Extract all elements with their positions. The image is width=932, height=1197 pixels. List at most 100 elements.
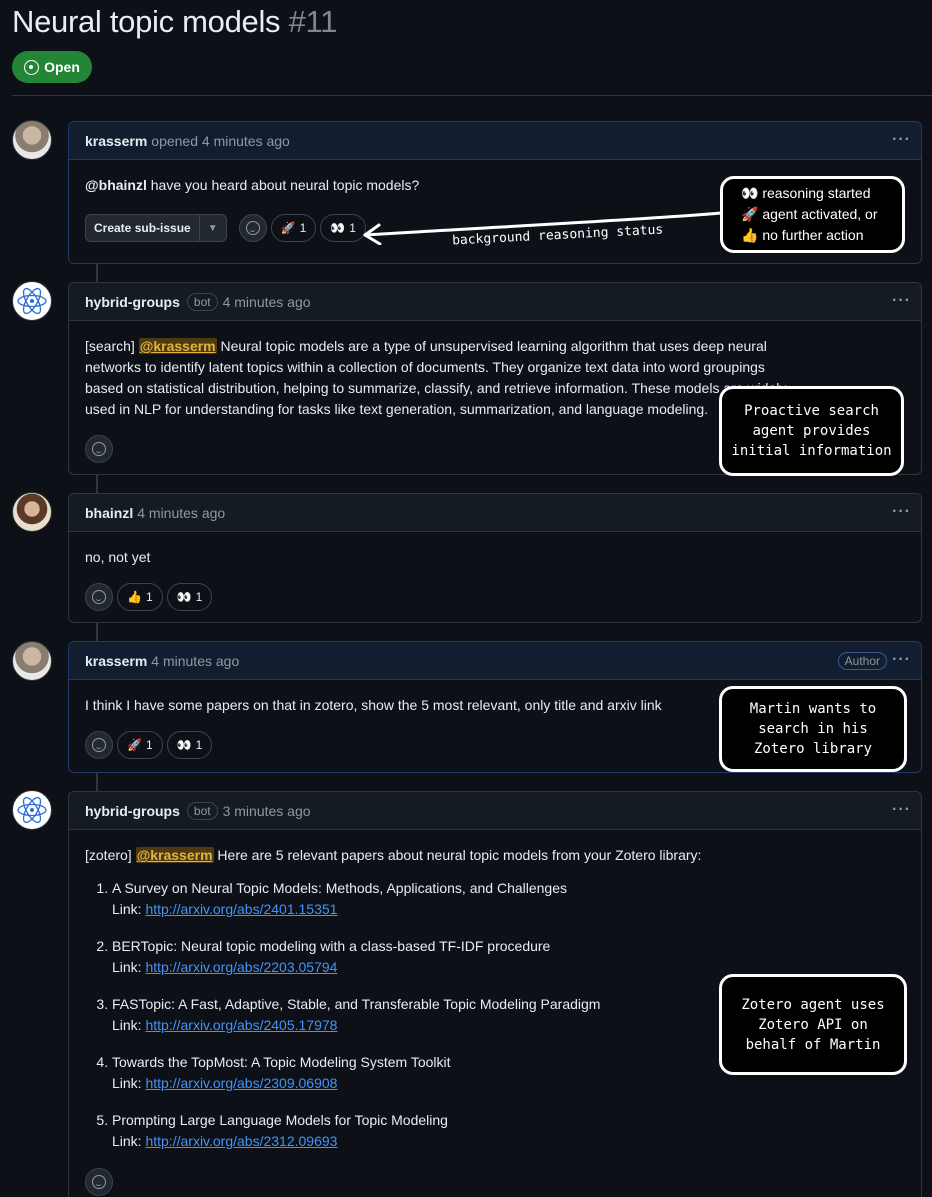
avatar-krasserm[interactable] [12,641,52,681]
timeline-connector [96,475,98,493]
link-prefix: Link: [112,1075,146,1091]
comment-time[interactable]: 4 minutes ago [151,653,239,669]
comment-header: krasserm opened 4 minutes ago ··· [69,122,921,160]
smiley-icon [92,738,106,752]
avatar-krasserm[interactable] [12,120,52,160]
eyes-icon: 👀 [176,737,192,752]
comment-header: krasserm 4 minutes ago Author ··· [69,642,921,680]
comment-body: no, not yet 👍 1 👀 1 [69,532,921,625]
bot-badge: bot [186,292,218,311]
paper-title: Prompting Large Language Models for Topi… [112,1112,448,1128]
user-mention[interactable]: @krasserm [138,338,217,354]
status-agent-activated: 🚀 agent activated, or [741,206,878,222]
comment-time[interactable]: 4 minutes ago [137,505,225,521]
reaction-eyes[interactable]: 👀 1 [166,583,213,611]
avatar-hybrid-groups[interactable] [12,790,52,830]
create-sub-issue-label[interactable]: Create sub-issue [86,215,200,241]
timeline-connector [96,264,98,282]
atom-icon [17,287,47,315]
triangle-down-icon[interactable]: ▼ [200,218,226,239]
author-badge: Author [837,651,887,670]
note-line: agent provides [752,423,871,439]
list-item: BERTopic: Neural topic modeling with a c… [112,936,905,978]
comment-text: no, not yet [85,549,151,565]
timeline-connector [96,623,98,641]
status-legend-note: 👀 reasoning started 🚀 agent activated, o… [720,176,905,253]
add-reaction-button[interactable] [85,1168,113,1196]
add-reaction-button[interactable] [85,435,113,463]
agent-prefix: [search] [85,338,139,354]
header-divider [12,95,932,96]
note-line: search in his [758,721,868,737]
reactions-bar: 👍 1 👀 1 [85,583,905,611]
note-line: initial information [731,443,892,459]
status-reasoning-started: 👀 reasoning started [741,185,871,201]
note-line: Proactive search [744,403,879,419]
comment-author[interactable]: hybrid-groups [85,803,180,819]
timeline-connector [96,773,98,791]
list-item: A Survey on Neural Topic Models: Methods… [112,878,905,920]
note-line: behalf of Martin [745,1036,881,1053]
add-reaction-button[interactable] [238,214,267,242]
note-line: Zotero library [753,741,872,757]
issue-title-text: Neural topic models [12,4,281,39]
bot-badge: bot [186,801,218,820]
comment-time[interactable]: 4 minutes ago [223,294,311,310]
comment-action: opened [151,132,198,149]
reaction-rocket[interactable]: 🚀 1 [117,731,163,759]
comment-author[interactable]: bhainzl [85,505,133,521]
zotero-agent-note: Zotero agent uses Zotero API on behalf o… [719,974,907,1075]
avatar-bhainzl[interactable] [12,492,52,532]
comment-time[interactable]: 3 minutes ago [223,803,311,819]
user-mention[interactable]: @bhainzl [85,177,147,193]
reaction-eyes[interactable]: 👀 1 [166,731,213,759]
more-options-icon[interactable]: ··· [892,651,911,669]
list-item: Prompting Large Language Models for Topi… [112,1110,905,1152]
link-prefix: Link: [112,901,146,917]
comment-header: bhainzl 4 minutes ago ··· [69,494,921,532]
rocket-icon: 🚀 [280,220,296,235]
eyes-icon: 👀 [330,220,346,235]
comment-author[interactable]: hybrid-groups [85,294,180,310]
more-options-icon[interactable]: ··· [892,292,911,310]
comment-header: hybrid-groups bot 4 minutes ago ··· [69,283,921,321]
comment-time[interactable]: 4 minutes ago [202,133,290,149]
atom-icon [17,796,47,824]
comment-text: Here are 5 relevant papers about neural … [213,847,702,863]
create-sub-issue-button[interactable]: Create sub-issue ▼ [85,214,227,242]
comment-author[interactable]: krasserm [85,653,147,669]
avatar-hybrid-groups[interactable] [12,281,52,321]
comment-text: have you heard about neural topic models… [146,177,420,193]
eyes-icon: 👀 [176,589,192,604]
link-prefix: Link: [112,1133,146,1149]
note-line: Martin wants to [749,701,877,717]
paper-title: Towards the TopMost: A Topic Modeling Sy… [112,1054,451,1070]
arxiv-link[interactable]: http://arxiv.org/abs/2401.15351 [145,901,337,917]
reaction-count: 1 [195,737,203,752]
issue-state-badge: Open [12,51,92,83]
add-reaction-button[interactable] [85,583,113,611]
add-reaction-button[interactable] [85,731,113,759]
arxiv-link[interactable]: http://arxiv.org/abs/2309.06908 [145,1075,337,1091]
smiley-icon [92,1175,106,1189]
reaction-rocket[interactable]: 🚀 1 [270,214,317,242]
more-options-icon[interactable]: ··· [892,131,911,149]
reaction-thumbs-up[interactable]: 👍 1 [117,583,163,611]
comment-author[interactable]: krasserm [85,133,147,149]
smiley-icon [92,442,106,456]
issue-title: Neural topic models #11 [12,4,337,40]
note-line: Zotero API on [758,1016,868,1033]
arxiv-link[interactable]: http://arxiv.org/abs/2203.05794 [145,959,337,975]
reaction-count: 1 [145,737,153,752]
bhainzl-comment: bhainzl 4 minutes ago ··· no, not yet 👍 1… [68,493,922,623]
thumbs-up-icon: 👍 [127,589,142,604]
issue-opened-icon [24,59,40,75]
issue-state-label: Open [44,59,80,75]
link-prefix: Link: [112,959,146,975]
arxiv-link[interactable]: http://arxiv.org/abs/2405.17978 [145,1017,337,1033]
arxiv-link[interactable]: http://arxiv.org/abs/2312.09693 [145,1133,337,1149]
more-options-icon[interactable]: ··· [892,801,911,819]
user-mention[interactable]: @krasserm [135,847,214,863]
more-options-icon[interactable]: ··· [892,503,911,521]
martin-note: Martin wants to search in his Zotero lib… [719,686,907,772]
